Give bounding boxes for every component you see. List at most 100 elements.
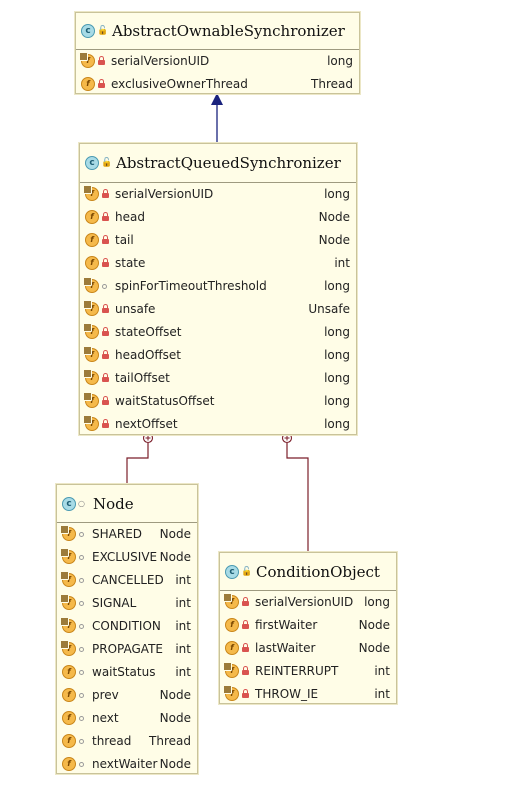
field-name: unsafe bbox=[115, 302, 156, 316]
field-type: int bbox=[334, 256, 350, 270]
field-name: PROPAGATE bbox=[92, 642, 163, 656]
field-row[interactable]: f stateOffset long bbox=[80, 321, 356, 344]
field-type: long bbox=[324, 325, 350, 339]
field-row[interactable]: f SIGNAL int bbox=[57, 592, 197, 615]
abstract-class-icon: c bbox=[81, 24, 95, 38]
field-row[interactable]: f waitStatus int bbox=[57, 661, 197, 684]
static-field-icon: f bbox=[60, 594, 76, 610]
field-name: firstWaiter bbox=[255, 618, 318, 632]
field-row[interactable]: f CANCELLED int bbox=[57, 569, 197, 592]
static-field-icon: f bbox=[223, 685, 239, 701]
field-type: int bbox=[374, 664, 390, 678]
field-type: Node bbox=[159, 757, 191, 771]
class-name: ConditionObject bbox=[256, 562, 380, 581]
private-lock-icon bbox=[242, 643, 249, 652]
field-name: SHARED bbox=[92, 527, 143, 541]
field-type: long bbox=[324, 279, 350, 293]
class-abstract-queued-synchronizer[interactable]: c 🔓 AbstractQueuedSynchronizer f serialVe… bbox=[79, 143, 357, 435]
field-list: f serialVersionUID long f firstWaiter Node f la… bbox=[220, 591, 396, 706]
field-name: spinForTimeoutThreshold bbox=[115, 279, 267, 293]
class-name: AbstractQueuedSynchronizer bbox=[116, 154, 341, 172]
field-icon: f bbox=[85, 233, 99, 247]
field-row[interactable]: f prev Node bbox=[57, 684, 197, 707]
field-type: Node bbox=[318, 210, 350, 224]
package-private-icon bbox=[79, 716, 84, 721]
field-name: exclusiveOwnerThread bbox=[111, 77, 248, 91]
field-row[interactable]: f unsafe Unsafe bbox=[80, 298, 356, 321]
public-icon: 🔓 bbox=[101, 158, 113, 168]
field-type: int bbox=[175, 619, 191, 633]
field-type: long bbox=[364, 595, 390, 609]
field-row[interactable]: f SHARED Node bbox=[57, 523, 197, 546]
field-name: thread bbox=[92, 734, 132, 748]
class-name: Node bbox=[93, 494, 134, 513]
field-row[interactable]: f EXCLUSIVE Node bbox=[57, 546, 197, 569]
field-row[interactable]: f PROPAGATE int bbox=[57, 638, 197, 661]
field-row[interactable]: f exclusiveOwnerThread Thread bbox=[76, 73, 359, 96]
class-node[interactable]: c ○ Node f SHARED Node f EXCLUSIVE Node f CANCE… bbox=[56, 484, 198, 774]
field-row[interactable]: f serialVersionUID long bbox=[220, 591, 396, 614]
field-name: stateOffset bbox=[115, 325, 182, 339]
private-lock-icon bbox=[102, 327, 109, 336]
static-field-icon: f bbox=[223, 662, 239, 678]
class-condition-object[interactable]: c 🔓 ConditionObject f serialVersionUID lon… bbox=[219, 552, 397, 704]
field-name: headOffset bbox=[115, 348, 182, 362]
field-name: REINTERRUPT bbox=[255, 664, 339, 678]
field-row[interactable]: f nextWaiter Node bbox=[57, 753, 197, 776]
package-private-icon: ○ bbox=[78, 498, 85, 508]
static-field-icon: f bbox=[60, 640, 76, 656]
private-lock-icon bbox=[242, 666, 249, 675]
field-row[interactable]: f spinForTimeoutThreshold long bbox=[80, 275, 356, 298]
field-name: serialVersionUID bbox=[111, 54, 210, 68]
field-row[interactable]: f next Node bbox=[57, 707, 197, 730]
package-private-icon bbox=[79, 555, 84, 560]
package-private-icon bbox=[79, 578, 84, 583]
field-name: serialVersionUID bbox=[255, 595, 354, 609]
field-type: long bbox=[327, 54, 353, 68]
field-row[interactable]: f headOffset long bbox=[80, 344, 356, 367]
field-name: serialVersionUID bbox=[115, 187, 214, 201]
field-row[interactable]: f serialVersionUID long bbox=[76, 50, 359, 73]
field-row[interactable]: f CONDITION int bbox=[57, 615, 197, 638]
field-row[interactable]: f lastWaiter Node bbox=[220, 637, 396, 660]
field-name: THROW_IE bbox=[255, 687, 319, 701]
field-icon: f bbox=[81, 77, 95, 91]
package-private-icon bbox=[79, 670, 84, 675]
field-type: Thread bbox=[311, 77, 353, 91]
field-row[interactable]: f REINTERRUPT int bbox=[220, 660, 396, 683]
field-icon: f bbox=[85, 256, 99, 270]
field-name: prev bbox=[92, 688, 119, 702]
static-field-icon: f bbox=[60, 548, 76, 564]
field-row[interactable]: f nextOffset long bbox=[80, 413, 356, 436]
field-name: SIGNAL bbox=[92, 596, 137, 610]
field-type: long bbox=[324, 394, 350, 408]
package-private-icon bbox=[79, 762, 84, 767]
class-abstract-ownable-synchronizer[interactable]: c 🔓 AbstractOwnableSynchronizer f serialV… bbox=[75, 12, 360, 94]
class-icon: c bbox=[62, 496, 76, 511]
field-row[interactable]: f thread Thread bbox=[57, 730, 197, 753]
field-row[interactable]: f waitStatusOffset long bbox=[80, 390, 356, 413]
field-type: Node bbox=[358, 641, 390, 655]
field-name: lastWaiter bbox=[255, 641, 316, 655]
field-row[interactable]: f THROW_IE int bbox=[220, 683, 396, 706]
private-lock-icon bbox=[102, 373, 109, 382]
field-name: tailOffset bbox=[115, 371, 170, 385]
field-row[interactable]: f tailOffset long bbox=[80, 367, 356, 390]
package-private-icon bbox=[79, 624, 84, 629]
field-type: int bbox=[175, 665, 191, 679]
field-row[interactable]: f state int bbox=[80, 252, 356, 275]
field-row[interactable]: f head Node bbox=[80, 206, 356, 229]
class-header: c 🔓 ConditionObject bbox=[220, 553, 396, 591]
field-name: tail bbox=[115, 233, 134, 247]
public-icon: 🔓 bbox=[97, 26, 109, 36]
field-row[interactable]: f firstWaiter Node bbox=[220, 614, 396, 637]
field-name: nextWaiter bbox=[92, 757, 158, 771]
field-type: int bbox=[175, 596, 191, 610]
field-row[interactable]: f tail Node bbox=[80, 229, 356, 252]
package-private-icon bbox=[79, 739, 84, 744]
class-name: AbstractOwnableSynchronizer bbox=[112, 22, 345, 40]
field-icon: f bbox=[225, 618, 239, 632]
field-row[interactable]: f serialVersionUID long bbox=[80, 183, 356, 206]
static-field-icon: f bbox=[60, 525, 76, 541]
field-type: long bbox=[324, 417, 350, 431]
